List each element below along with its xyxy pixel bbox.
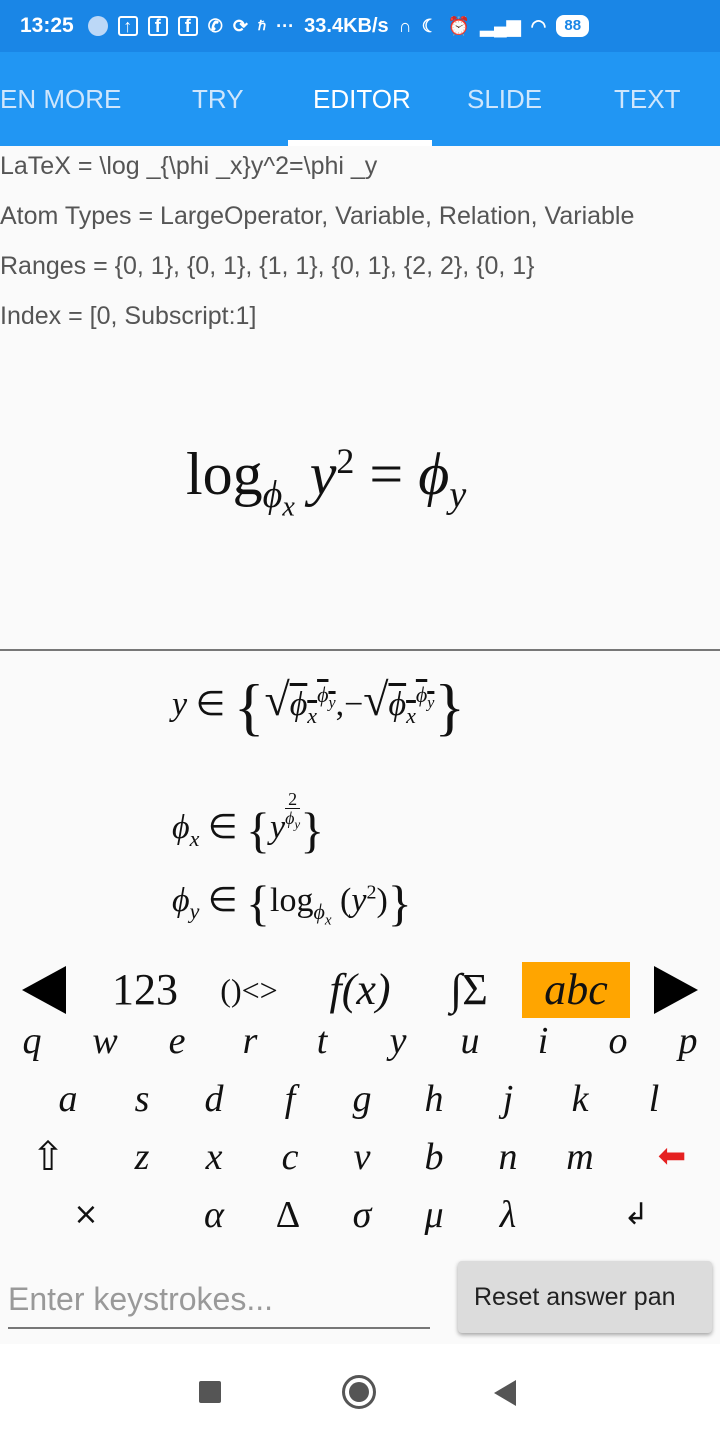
mode-functions[interactable]: f(x) <box>310 962 410 1018</box>
status-bar: 13:25 ↑ f f ✆ ⟳ ℏ ··· 33.4KB/s ∩ ☾ ⏰ ▂▄▆… <box>0 0 720 52</box>
key-o[interactable]: o <box>588 1012 648 1070</box>
key-v[interactable]: v <box>332 1128 392 1186</box>
ranges-line: Ranges = {0, 1}, {0, 1}, {1, 1}, {0, 1},… <box>0 252 535 280</box>
tab-text[interactable]: TEXT <box>614 52 680 146</box>
solution-phi-y: ϕy ∈ {logϕx (y2)} <box>172 875 412 931</box>
key-delta[interactable]: Δ <box>258 1186 318 1244</box>
key-q[interactable]: q <box>2 1012 62 1070</box>
back-icon[interactable] <box>494 1380 516 1406</box>
reset-answer-button[interactable]: Reset answer pan <box>458 1261 712 1333</box>
key-w[interactable]: w <box>75 1012 135 1070</box>
solution-y: y ∈ {√ϕxϕy,−√ϕxϕy} <box>172 671 466 742</box>
enter-key[interactable]: ↲ <box>606 1186 666 1244</box>
tab-try[interactable]: TRY <box>192 52 244 146</box>
backspace-key[interactable]: ⬅ <box>642 1128 702 1186</box>
key-p[interactable]: p <box>658 1012 718 1070</box>
sync-icon: ⟳ <box>232 15 248 36</box>
shift-key[interactable]: ⇧ <box>18 1128 78 1186</box>
key-r[interactable]: r <box>220 1012 280 1070</box>
key-sigma[interactable]: σ <box>332 1186 392 1244</box>
alarm-icon: ⏰ <box>447 15 471 36</box>
tab-en-more[interactable]: EN MORE <box>0 52 121 146</box>
solution-phi-x: ϕx ∈ {y 2 ϕy} <box>172 789 325 859</box>
whatsapp-icon: ✆ <box>207 15 223 36</box>
hd-icon: ℏ <box>257 18 267 33</box>
key-t[interactable]: t <box>292 1012 352 1070</box>
key-i[interactable]: i <box>513 1012 573 1070</box>
key-h[interactable]: h <box>404 1070 464 1128</box>
key-n[interactable]: n <box>478 1128 538 1186</box>
home-icon[interactable] <box>342 1375 376 1409</box>
tab-bar: EN MORE TRY EDITOR SLIDE TEXT <box>0 52 720 146</box>
keyboard-row-3: ⇧ z x c v b n m ⬅ <box>0 1128 720 1186</box>
recents-icon[interactable] <box>199 1381 221 1403</box>
more-dots-icon: ··· <box>276 15 295 36</box>
key-j[interactable]: j <box>478 1070 538 1128</box>
key-a[interactable]: a <box>38 1070 98 1128</box>
key-f[interactable]: f <box>260 1070 320 1128</box>
keyboard-prev-arrow[interactable] <box>22 966 66 1014</box>
key-mu[interactable]: μ <box>404 1186 464 1244</box>
index-line: Index = [0, Subscript:1] <box>0 302 257 330</box>
key-g[interactable]: g <box>332 1070 392 1128</box>
keyboard-row-1: q w e r t y u i o p <box>0 1012 720 1070</box>
mode-calculus[interactable]: ∫Σ <box>428 962 510 1018</box>
divider <box>0 649 720 651</box>
network-speed: 33.4KB/s <box>304 14 389 37</box>
key-lambda[interactable]: λ <box>478 1186 538 1244</box>
app-dot-icon <box>87 16 108 36</box>
wifi-icon: ◠ <box>530 15 547 36</box>
key-z[interactable]: z <box>112 1128 172 1186</box>
key-b[interactable]: b <box>404 1128 464 1186</box>
mode-brackets[interactable]: ()<> <box>204 962 294 1018</box>
key-e[interactable]: e <box>147 1012 207 1070</box>
latex-line: LaTeX = \log _{\phi _x}y^2=\phi _y <box>0 152 378 180</box>
atom-types-line: Atom Types = LargeOperator, Variable, Re… <box>0 202 635 230</box>
tab-indicator <box>288 140 432 146</box>
key-m[interactable]: m <box>550 1128 610 1186</box>
navigation-bar <box>0 1344 720 1440</box>
keyboard-row-4: × α Δ σ μ λ ↲ <box>0 1186 720 1244</box>
upload-icon: ↑ <box>117 16 138 36</box>
facebook-icon: f <box>177 16 198 36</box>
key-s[interactable]: s <box>112 1070 172 1128</box>
tab-slide[interactable]: SLIDE <box>467 52 542 146</box>
keyboard-row-2: a s d f g h j k l <box>0 1070 720 1128</box>
signal-icon: ▂▄▆ <box>480 15 521 36</box>
key-x[interactable]: x <box>184 1128 244 1186</box>
key-l[interactable]: l <box>624 1070 684 1128</box>
clear-key[interactable]: × <box>56 1186 116 1244</box>
key-k[interactable]: k <box>550 1070 610 1128</box>
input-underline <box>8 1327 430 1329</box>
clock: 13:25 <box>20 14 74 37</box>
tab-editor[interactable]: EDITOR <box>313 52 411 146</box>
mode-numbers[interactable]: 123 <box>100 962 190 1018</box>
keystrokes-input[interactable] <box>8 1276 430 1322</box>
facebook-icon: f <box>147 16 168 36</box>
mode-letters[interactable]: abc <box>522 962 630 1018</box>
moon-icon: ☾ <box>421 15 438 36</box>
formula-display[interactable]: logϕx y2 = ϕy <box>186 440 466 524</box>
key-alpha[interactable]: α <box>184 1186 244 1244</box>
key-d[interactable]: d <box>184 1070 244 1128</box>
battery-icon: 88 <box>556 15 590 37</box>
keyboard-next-arrow[interactable] <box>654 966 698 1014</box>
key-y[interactable]: y <box>368 1012 428 1070</box>
key-c[interactable]: c <box>260 1128 320 1186</box>
key-u[interactable]: u <box>440 1012 500 1070</box>
headset-icon: ∩ <box>398 15 412 36</box>
